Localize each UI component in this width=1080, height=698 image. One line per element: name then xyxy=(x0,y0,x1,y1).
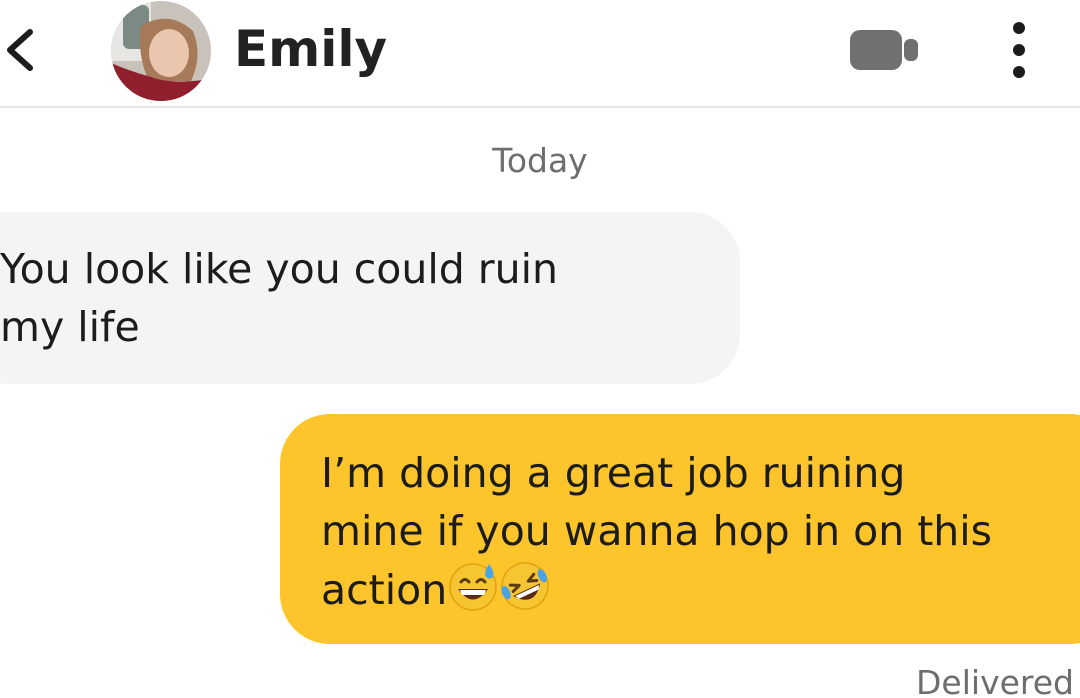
more-vertical-icon xyxy=(1013,22,1025,78)
avatar[interactable] xyxy=(111,1,211,101)
outgoing-message-body: I’m doing a great job ruining mine if yo… xyxy=(321,449,993,614)
more-options-button[interactable] xyxy=(1003,18,1035,82)
incoming-message-text: You look like you could ruin my life xyxy=(0,245,559,351)
video-call-button[interactable] xyxy=(848,26,920,74)
back-button[interactable] xyxy=(0,18,44,82)
grinning-sweat-emoji xyxy=(449,563,497,611)
chat-screen: Emily Today You look like you could ruin… xyxy=(0,0,1080,698)
video-camera-icon xyxy=(850,30,918,70)
delivery-status: Delivered xyxy=(916,663,1074,698)
avatar-photo xyxy=(111,1,211,101)
rolling-on-floor-laughing-emoji xyxy=(501,562,549,610)
outgoing-message-text: I’m doing a great job ruining mine if yo… xyxy=(321,444,1061,619)
chevron-left-icon xyxy=(7,29,33,71)
contact-name[interactable]: Emily xyxy=(234,16,387,82)
chat-header: Emily xyxy=(0,0,1080,108)
date-divider: Today xyxy=(492,141,588,180)
